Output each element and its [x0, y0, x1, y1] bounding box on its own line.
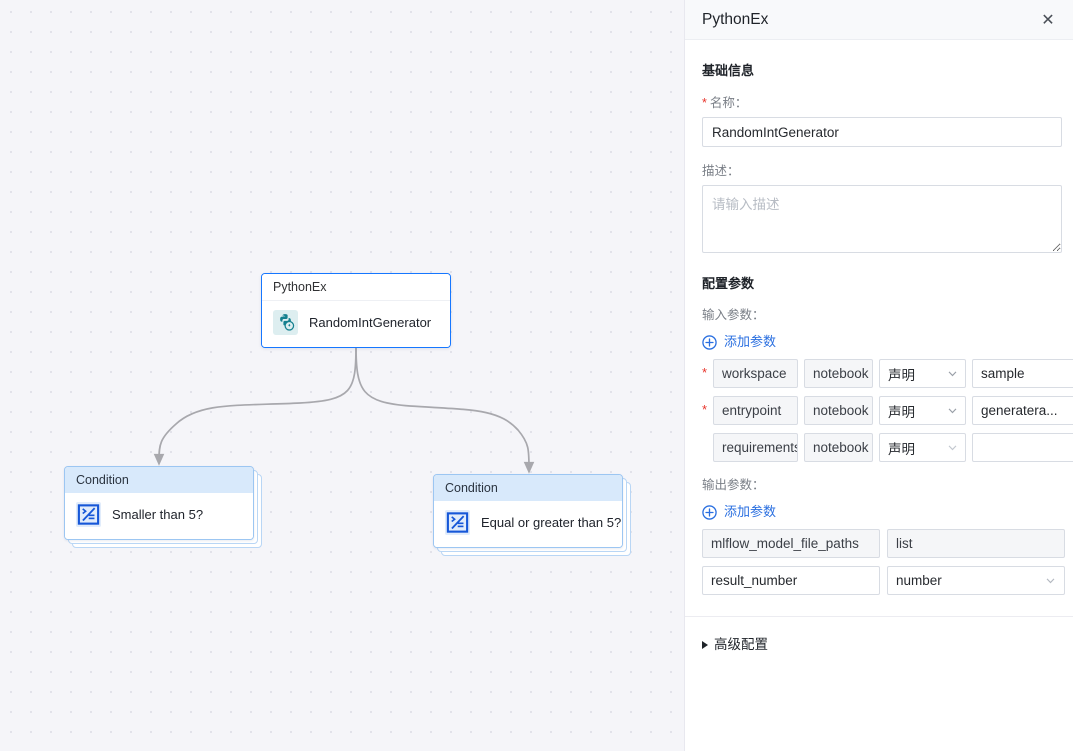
- workflow-canvas[interactable]: PythonEx RandomIntGenerator Condition Sm…: [0, 0, 684, 751]
- chevron-down-icon: [948, 408, 957, 414]
- node-card[interactable]: Condition Equal or greater than 5?: [433, 474, 623, 548]
- section-divider: [685, 616, 1073, 617]
- node-body: Smaller than 5?: [65, 493, 253, 539]
- add-param-label: 添加参数: [724, 334, 777, 349]
- param-source-value: 声明: [888, 404, 915, 420]
- param-source-value: 声明: [888, 367, 915, 383]
- properties-panel: PythonEx ✕ 基础信息 *名称： 描述： 配置参数 输入参数： 添加参数…: [684, 0, 1073, 751]
- param-value-field[interactable]: generatera...: [972, 396, 1073, 425]
- output-type-value: number: [896, 573, 942, 588]
- required-asterisk: *: [702, 402, 708, 417]
- param-kind-field[interactable]: notebook: [804, 396, 873, 425]
- param-name-field[interactable]: workspace: [713, 359, 798, 388]
- advanced-config-label: 高级配置: [714, 637, 768, 652]
- output-name-field[interactable]: mlflow_model_file_paths: [702, 529, 880, 558]
- output-param-row: mlflow_model_file_paths list: [702, 529, 1065, 558]
- output-param-row: result_number number: [702, 566, 1065, 595]
- required-asterisk: *: [702, 96, 707, 110]
- output-type-select[interactable]: number: [887, 566, 1065, 595]
- required-asterisk: *: [702, 365, 708, 380]
- add-output-param-button[interactable]: 添加参数: [702, 504, 776, 520]
- param-value-field[interactable]: [972, 433, 1073, 462]
- node-title: PythonEx: [262, 274, 450, 301]
- chevron-down-icon: [1046, 578, 1055, 584]
- param-source-select[interactable]: 声明: [879, 433, 966, 462]
- edge-python-to-condition-left: [153, 344, 357, 466]
- node-body: Equal or greater than 5?: [434, 501, 622, 547]
- python-icon: [273, 310, 298, 335]
- param-source-value: 声明: [888, 441, 915, 457]
- plus-circle-icon: [702, 334, 717, 350]
- output-params-label: 输出参数：: [702, 478, 765, 492]
- node-body: RandomIntGenerator: [262, 301, 450, 347]
- node-condition-smaller-than-5[interactable]: Condition Smaller than 5?: [64, 466, 262, 548]
- chevron-down-icon: [948, 371, 957, 377]
- param-value-field[interactable]: sample: [972, 359, 1073, 388]
- close-icon[interactable]: ✕: [1037, 9, 1059, 31]
- param-kind-field[interactable]: notebook: [804, 359, 873, 388]
- output-type-field[interactable]: list: [887, 529, 1065, 558]
- input-params-label: 输入参数：: [702, 308, 765, 322]
- description-field-label: 描述：: [702, 164, 740, 178]
- condition-icon: [445, 510, 470, 535]
- add-param-label: 添加参数: [724, 504, 777, 519]
- param-name-field[interactable]: requirements: [713, 433, 798, 462]
- input-param-row: requirements notebook 声明: [702, 433, 1073, 462]
- edge-layer: [153, 344, 535, 474]
- param-source-select[interactable]: 声明: [879, 359, 966, 388]
- node-title: Condition: [65, 467, 253, 493]
- param-name-field[interactable]: entrypoint: [713, 396, 798, 425]
- panel-header: PythonEx ✕: [685, 0, 1073, 40]
- node-label: Smaller than 5?: [112, 506, 204, 522]
- add-input-param-button[interactable]: 添加参数: [702, 334, 776, 350]
- output-type-value: list: [896, 536, 913, 551]
- output-name-field[interactable]: result_number: [702, 566, 880, 595]
- node-card[interactable]: PythonEx RandomIntGenerator: [261, 273, 451, 348]
- advanced-config-toggle[interactable]: 高级配置: [702, 636, 768, 654]
- node-condition-equal-or-greater-than-5[interactable]: Condition Equal or greater than 5?: [433, 474, 631, 556]
- config-params-heading: 配置参数: [702, 276, 755, 291]
- name-field-label: * 名称：: [702, 95, 1060, 111]
- panel-title: PythonEx: [702, 10, 769, 28]
- chevron-down-icon: [948, 445, 957, 451]
- input-param-row: * workspace notebook 声明 sample: [702, 359, 1073, 388]
- node-python-ex[interactable]: PythonEx RandomIntGenerator: [261, 273, 451, 348]
- node-card[interactable]: Condition Smaller than 5?: [64, 466, 254, 540]
- node-title: Condition: [434, 475, 622, 501]
- plus-circle-icon: [702, 504, 717, 520]
- panel-body: 基础信息 *名称： 描述： 配置参数 输入参数： 添加参数 * workspac…: [685, 62, 1073, 654]
- triangle-right-icon: [702, 641, 708, 649]
- input-param-row: * entrypoint notebook 声明 generatera...: [702, 396, 1073, 425]
- node-label: RandomIntGenerator: [309, 314, 432, 330]
- description-textarea[interactable]: [702, 185, 1062, 253]
- param-source-select[interactable]: 声明: [879, 396, 966, 425]
- basic-info-heading: 基础信息: [702, 63, 755, 78]
- param-kind-field[interactable]: notebook: [804, 433, 873, 462]
- edge-python-to-condition-right: [355, 344, 535, 474]
- name-label-text: 名称：: [709, 96, 748, 110]
- condition-icon: [76, 502, 101, 527]
- node-label: Equal or greater than 5?: [481, 514, 622, 530]
- name-input[interactable]: [702, 117, 1062, 147]
